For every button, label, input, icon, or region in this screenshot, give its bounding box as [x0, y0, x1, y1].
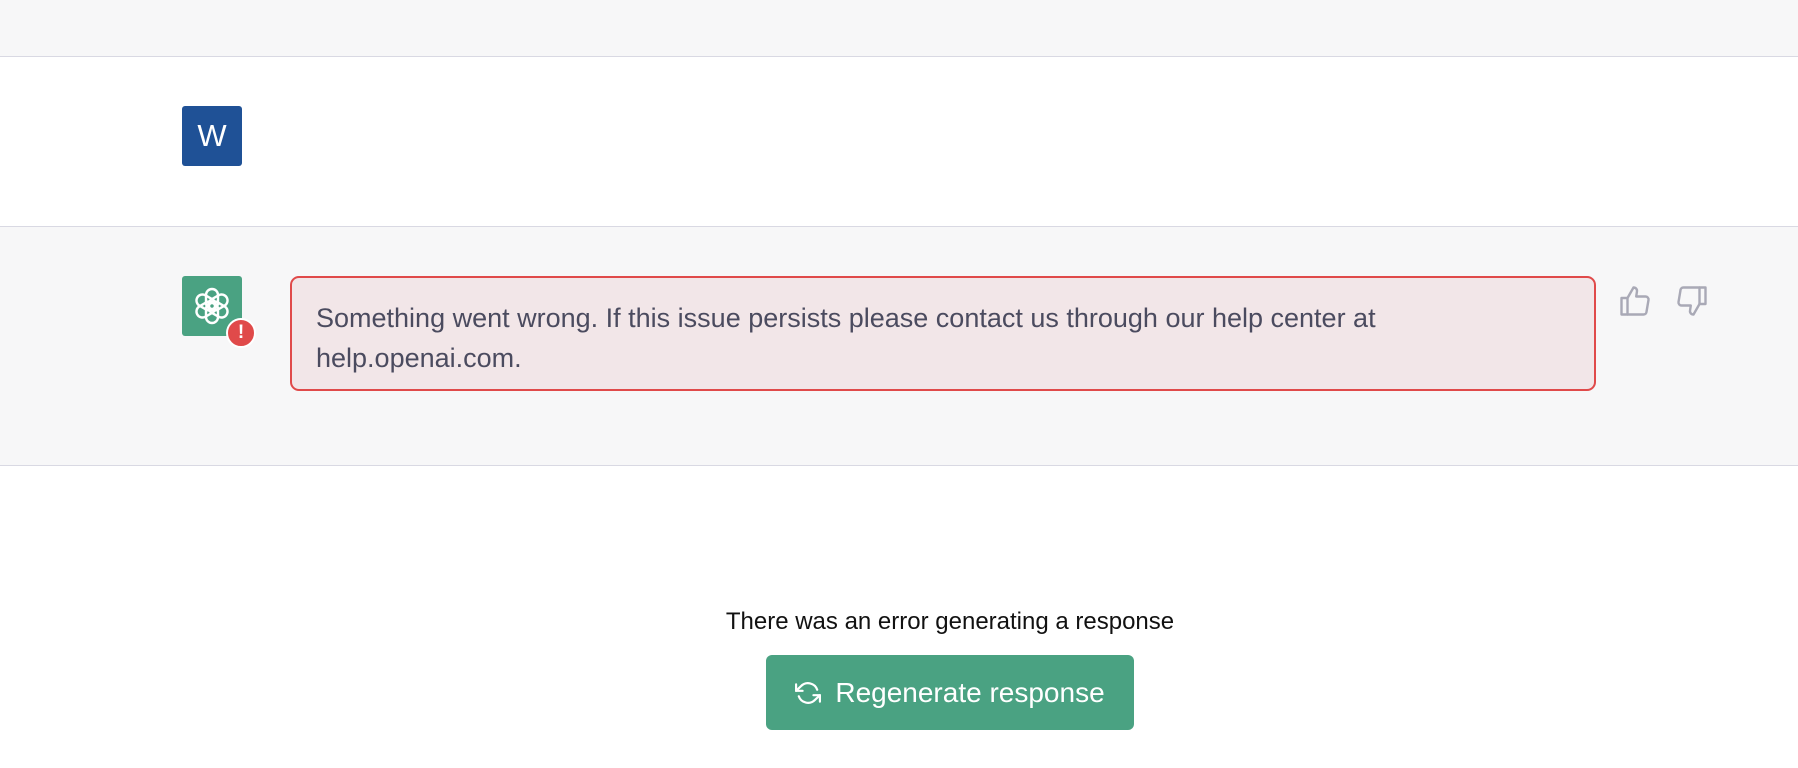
error-badge-icon: !: [226, 318, 256, 348]
error-message-box: Something went wrong. If this issue pers…: [290, 276, 1596, 391]
thumbs-up-button[interactable]: [1617, 283, 1653, 319]
user-message-row: W: [0, 57, 1798, 227]
user-avatar: W: [182, 106, 242, 166]
openai-logo-icon: [195, 287, 229, 325]
assistant-avatar: !: [182, 276, 256, 348]
thumbs-down-icon: [1677, 286, 1707, 316]
error-message-text: Something went wrong. If this issue pers…: [316, 303, 1376, 373]
thumbs-up-icon: [1620, 286, 1650, 316]
refresh-icon: [795, 681, 822, 704]
regenerate-response-label: Regenerate response: [835, 676, 1105, 708]
user-message-text-blurred: [290, 107, 420, 147]
thumbs-down-button[interactable]: [1674, 283, 1710, 319]
error-note-text: There was an error generating a response: [725, 608, 1175, 635]
assistant-message-row: ! Something went wrong. If this issue pe…: [0, 227, 1798, 466]
conversation-top-area: [0, 0, 1798, 57]
regenerate-response-button[interactable]: Regenerate response: [766, 655, 1134, 730]
